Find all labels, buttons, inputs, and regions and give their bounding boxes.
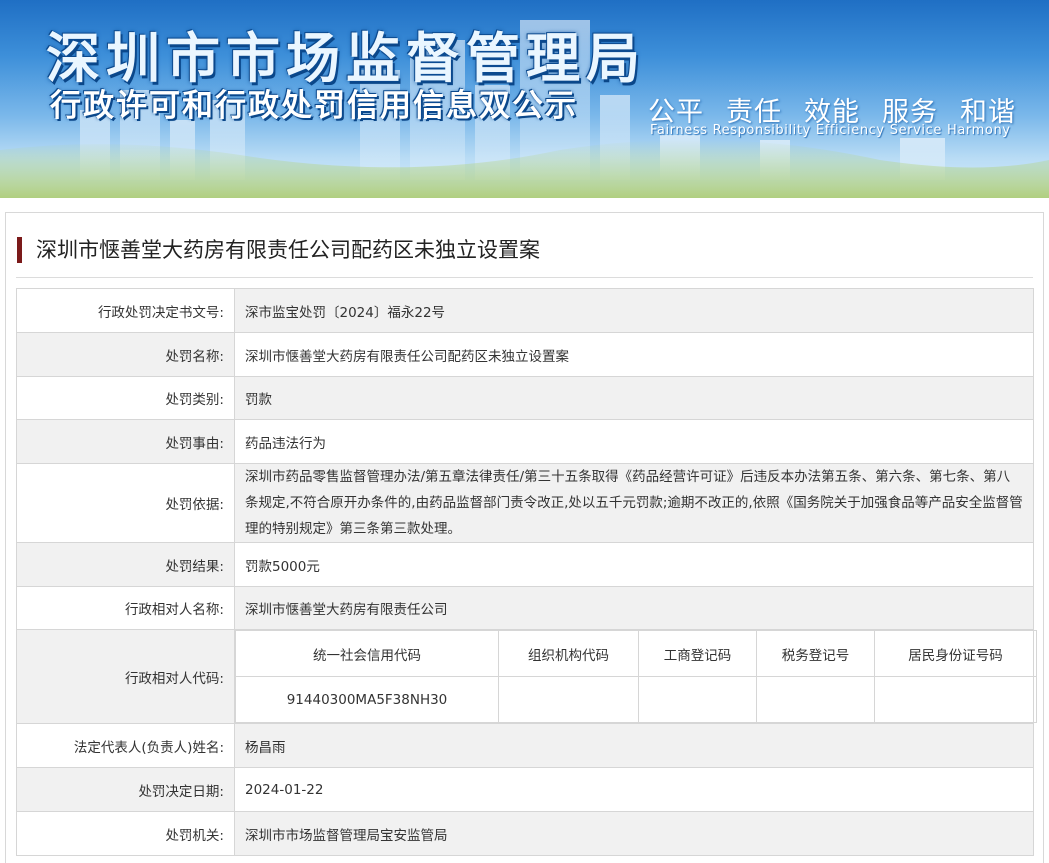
label-penalty-basis: 处罚依据: (16, 463, 235, 543)
row-penalty-name: 处罚名称: 深圳市惬善堂大药房有限责任公司配药区未独立设置案 (16, 332, 1034, 377)
code-value-org (498, 676, 639, 723)
code-header-uscc: 统一社会信用代码 (235, 630, 499, 677)
row-decision-no: 行政处罚决定书文号: 深市监宝处罚〔2024〕福永22号 (16, 288, 1034, 333)
label-authority: 处罚机关: (16, 811, 235, 856)
code-header-id: 居民身份证号码 (874, 630, 1037, 677)
value-decision-no: 深市监宝处罚〔2024〕福永22号 (234, 288, 1034, 333)
case-detail-panel: 深圳市惬善堂大药房有限责任公司配药区未独立设置案 行政处罚决定书文号: 深市监宝… (5, 212, 1044, 863)
code-header-row: 统一社会信用代码 组织机构代码 工商登记码 税务登记号 居民身份证号码 (235, 630, 1037, 677)
header-banner: 深圳市市场监督管理局 行政许可和行政处罚信用信息双公示 公平 责任 效能 服务 和谐 F… (0, 0, 1049, 198)
motto-english: Fairness Responsibility Efficiency Service H… (650, 123, 1016, 138)
agency-subtitle: 行政许可和行政处罚信用信息双公示 (50, 88, 578, 124)
label-penalty-category: 处罚类别: (16, 376, 235, 420)
party-code-table: 统一社会信用代码 组织机构代码 工商登记码 税务登记号 居民身份证号码 9144… (235, 630, 1037, 723)
label-decision-date: 处罚决定日期: (16, 767, 235, 812)
case-info-table: 行政处罚决定书文号: 深市监宝处罚〔2024〕福永22号 处罚名称: 深圳市惬善… (16, 288, 1037, 856)
motto-en-word: Responsibility (712, 123, 811, 138)
party-code-cell: 统一社会信用代码 组织机构代码 工商登记码 税务登记号 居民身份证号码 9144… (234, 629, 1037, 724)
code-value-uscc: 91440300MA5F38NH30 (235, 676, 499, 723)
case-title: 深圳市惬善堂大药房有限责任公司配药区未独立设置案 (36, 238, 540, 262)
row-party-code: 行政相对人代码: 统一社会信用代码 组织机构代码 工商登记码 税务登记号 居民身… (16, 629, 1037, 724)
motto-en-word: Efficiency (815, 123, 885, 138)
row-penalty-reason: 处罚事由: 药品违法行为 (16, 419, 1034, 464)
label-decision-no: 行政处罚决定书文号: (16, 288, 235, 333)
code-value-business (638, 676, 757, 723)
row-legal-rep: 法定代表人(负责人)姓名: 杨昌雨 (16, 723, 1034, 768)
case-title-bar: 深圳市惬善堂大药房有限责任公司配药区未独立设置案 (16, 235, 1033, 278)
motto-en-word: Service (889, 123, 942, 138)
row-penalty-basis: 处罚依据: 深圳市药品零售监督管理办法/第五章法律责任/第三十五条取得《药品经营… (16, 463, 1034, 543)
motto-en-word: Harmony (946, 123, 1011, 138)
label-legal-rep: 法定代表人(负责人)姓名: (16, 723, 235, 768)
code-header-business: 工商登记码 (638, 630, 757, 677)
code-value-tax (756, 676, 875, 723)
value-authority: 深圳市市场监督管理局宝安监管局 (234, 811, 1034, 856)
row-penalty-result: 处罚结果: 罚款5000元 (16, 542, 1034, 587)
code-header-org: 组织机构代码 (498, 630, 639, 677)
value-penalty-reason: 药品违法行为 (234, 419, 1034, 464)
row-decision-date: 处罚决定日期: 2024-01-22 (16, 767, 1034, 812)
value-legal-rep: 杨昌雨 (234, 723, 1034, 768)
value-penalty-result: 罚款5000元 (234, 542, 1034, 587)
label-party-name: 行政相对人名称: (16, 586, 235, 630)
value-decision-date: 2024-01-22 (234, 767, 1034, 812)
label-penalty-name: 处罚名称: (16, 332, 235, 377)
code-value-id (874, 676, 1037, 723)
value-party-name: 深圳市惬善堂大药房有限责任公司 (234, 586, 1034, 630)
value-penalty-basis: 深圳市药品零售监督管理办法/第五章法律责任/第三十五条取得《药品经营许可证》后违… (234, 463, 1034, 543)
row-party-name: 行政相对人名称: 深圳市惬善堂大药房有限责任公司 (16, 586, 1034, 630)
code-value-row: 91440300MA5F38NH30 (235, 676, 1037, 723)
title-accent-bar (17, 237, 22, 263)
row-penalty-category: 处罚类别: 罚款 (16, 376, 1034, 420)
label-party-code: 行政相对人代码: (16, 629, 235, 724)
value-penalty-name: 深圳市惬善堂大药房有限责任公司配药区未独立设置案 (234, 332, 1034, 377)
row-authority: 处罚机关: 深圳市市场监督管理局宝安监管局 (16, 811, 1034, 856)
value-penalty-category: 罚款 (234, 376, 1034, 420)
label-penalty-reason: 处罚事由: (16, 419, 235, 464)
code-header-tax: 税务登记号 (756, 630, 875, 677)
label-penalty-result: 处罚结果: (16, 542, 235, 587)
motto-en-word: Fairness (650, 123, 708, 138)
